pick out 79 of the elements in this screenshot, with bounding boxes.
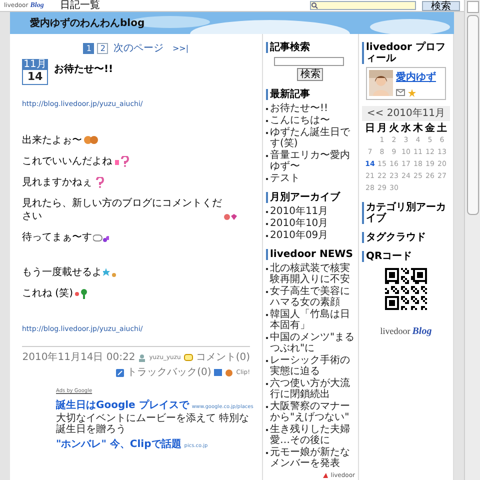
emoji-icon: [83, 134, 99, 146]
date-month: 11月: [23, 60, 47, 70]
page-link[interactable]: 1: [83, 43, 94, 54]
news-link[interactable]: レーシック手術の実態に迫る: [270, 355, 355, 377]
sidebar-heading: 最新記事: [266, 89, 355, 100]
search-button[interactable]: 検索: [422, 0, 460, 10]
post-text: 見れますかねぇ: [22, 176, 92, 188]
ad-description: 大切なイベントにムービーを添えて 特別な誕生日を贈ろう: [56, 412, 250, 434]
clip-icon: [225, 368, 234, 376]
comment-icon: [184, 354, 193, 362]
trackback-icon: [116, 368, 124, 376]
sidebar-heading: 月別アーカイブ: [266, 192, 355, 203]
news-link[interactable]: 生き残りした夫婦愛…その後に: [270, 424, 355, 446]
sidebar-heading: livedoor プロフィール: [362, 42, 450, 64]
comment-link[interactable]: コメント(0): [196, 350, 250, 365]
news-link[interactable]: 六つ使い方が大流行に閉鎖続出: [270, 378, 355, 400]
weekday-label: 木: [412, 123, 424, 134]
sidebar-link[interactable]: テスト: [270, 173, 300, 184]
search-submit-button[interactable]: 検索: [297, 68, 324, 81]
sidebar-heading: QRコード: [362, 251, 450, 262]
post-text: 出来たよぉ〜: [22, 134, 82, 146]
last-page-link[interactable]: >>|: [172, 42, 189, 54]
news-link[interactable]: 北の核武装で核実験再開入りに不安: [270, 263, 355, 285]
next-page-link[interactable]: 次のページ: [113, 41, 164, 56]
date-day: 14: [27, 70, 43, 84]
post-text: これね (笑): [22, 286, 73, 300]
weekday-label: 火: [388, 123, 400, 134]
weekday-label: 日: [364, 123, 376, 134]
blog-title: 愛内ゆずのわんわんblog: [30, 16, 145, 30]
weekday-label: 月: [376, 123, 388, 134]
weekday-label: 金: [424, 123, 436, 134]
emoji-icon: [103, 266, 119, 278]
emoji-icon: [74, 288, 90, 300]
scroll-up-button[interactable]: [466, 1, 478, 13]
sidebar-heading: 記事検索: [266, 42, 355, 53]
news-link[interactable]: 中国のメンツ"まるつぶれ"に: [270, 332, 355, 354]
search-icon: [311, 2, 318, 9]
scrollbar[interactable]: [464, 0, 480, 480]
news-link[interactable]: 元モー娘が新たなメンバーを発表: [270, 447, 355, 469]
livedoor-icon: [322, 472, 329, 479]
weekday-label: 水: [400, 123, 412, 134]
post-title: お待たせ〜!!: [54, 62, 114, 77]
sidebar-link[interactable]: 2010年11月: [270, 206, 328, 217]
star-icon: [408, 89, 416, 97]
livedoor-blog-logo[interactable]: livedoor Blog: [380, 324, 432, 339]
person-icon: [138, 354, 146, 362]
news-link[interactable]: 韓国人「竹島は日本固有」: [270, 309, 355, 331]
post-text: これでいいんだよね: [22, 154, 112, 168]
calendar-title: << 2010年11月: [362, 106, 450, 121]
post-text: 見れたら、新しい方のブログにコメントください: [22, 196, 222, 222]
search-input[interactable]: [274, 57, 344, 66]
sidebar-link[interactable]: 2010年09月: [270, 230, 328, 241]
sidebar-link[interactable]: 2010年10月: [270, 218, 328, 229]
weekday-label: 土: [436, 123, 448, 134]
sidebar-link[interactable]: ゆずたん誕生日です(笑): [270, 127, 355, 149]
sidebar-heading: livedoor NEWS: [266, 249, 355, 260]
sidebar-link[interactable]: お待たせ〜!!: [270, 103, 328, 114]
sidebar-heading: カテゴリ別アーカイブ: [362, 202, 450, 224]
post-text: もう一度載せるよ: [22, 266, 102, 278]
sidebar-heading: タグクラウド: [362, 232, 450, 243]
ad-title-link[interactable]: 誕生日はGoogle プレイスで: [56, 398, 189, 412]
trackback-link[interactable]: トラックバック(0): [127, 365, 212, 380]
ad-title-link[interactable]: "ホンバレ" 今、Clipで話題: [56, 436, 182, 452]
sidebar-link[interactable]: 音量エリカ〜愛内ゆず〜: [270, 150, 355, 172]
qr-code: [384, 268, 427, 310]
post-text: 待ってまぁ〜す: [22, 230, 92, 244]
scrollbar-thumb[interactable]: [466, 15, 478, 215]
bookmark-icon: [214, 368, 222, 376]
sidebar-link[interactable]: こんにちは〜: [270, 115, 330, 126]
news-link[interactable]: 大阪警察のマナーから"えげつない": [270, 401, 355, 423]
mail-icon: [396, 89, 405, 96]
news-link[interactable]: 女子高生で美容にハマる女の素顔: [270, 286, 355, 308]
emoji-icon: [93, 232, 109, 244]
page-link[interactable]: 2: [97, 43, 108, 54]
emoji-icon: [113, 156, 129, 168]
menu-link[interactable]: 日記一覧: [60, 0, 100, 11]
profile-name-link[interactable]: 愛内ゆず: [396, 70, 436, 85]
post-datetime: 2010年11月14日 00:22: [22, 351, 136, 365]
search-field[interactable]: [310, 1, 416, 10]
